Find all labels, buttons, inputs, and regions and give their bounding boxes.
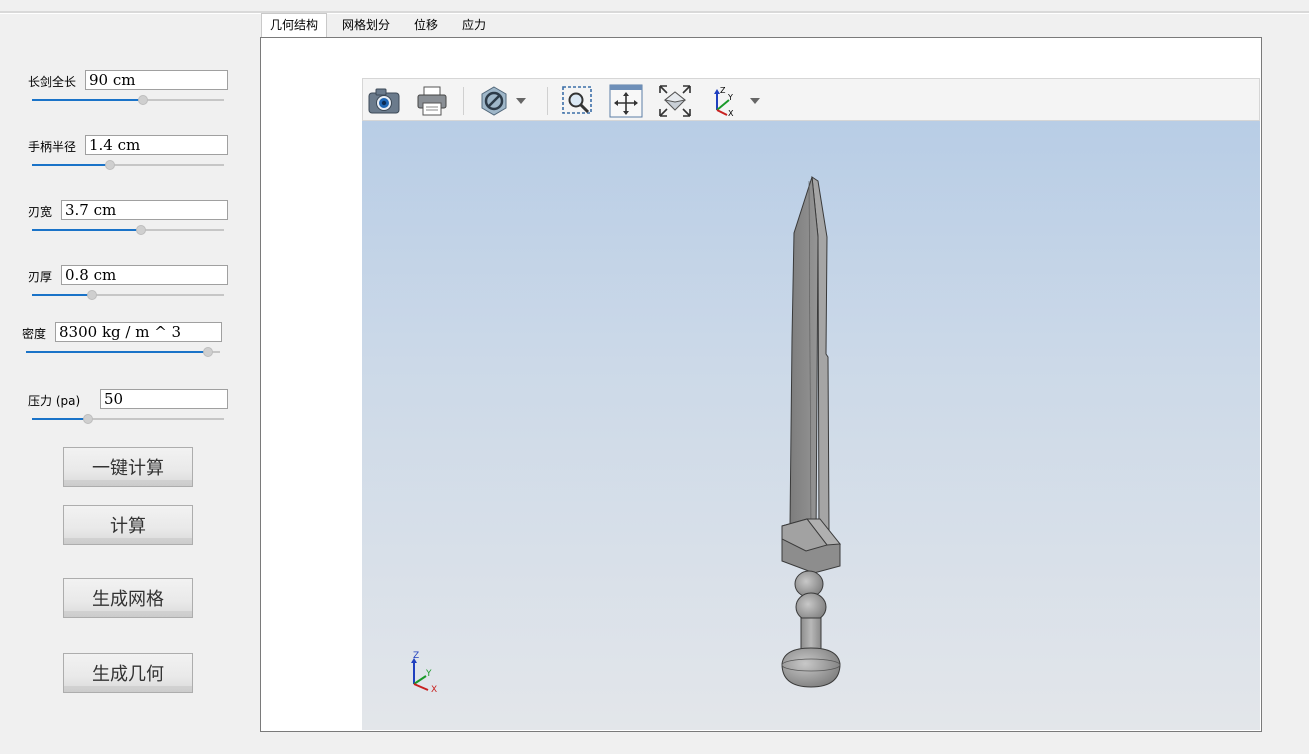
axes-view-icon[interactable]: Z Y X: [707, 84, 741, 118]
axes-triad-icon: Z Y X: [406, 649, 446, 695]
blade-width-input[interactable]: 3.7 cm: [61, 200, 228, 220]
generate-geometry-button[interactable]: 生成几何: [63, 653, 193, 693]
tab-mesh[interactable]: 网格划分: [334, 14, 398, 36]
window-top-border: [0, 11, 1309, 14]
compute-button[interactable]: 计算: [63, 505, 193, 545]
svg-text:Z: Z: [720, 86, 726, 95]
handle-radius-input[interactable]: 1.4 cm: [85, 135, 228, 155]
tab-stress[interactable]: 应力: [454, 14, 494, 36]
tab-displacement[interactable]: 位移: [406, 14, 446, 36]
pressure-label: 压力 (pa): [28, 394, 81, 408]
length-label: 长剑全长: [28, 75, 77, 89]
svg-text:X: X: [728, 109, 734, 118]
dropdown-arrow-icon[interactable]: [513, 84, 529, 118]
pressure-slider-thumb[interactable]: [83, 414, 93, 424]
blade-thickness-slider[interactable]: [32, 289, 224, 301]
axis-x-label: X: [431, 685, 437, 693]
generate-mesh-button[interactable]: 生成网格: [63, 578, 193, 618]
blade-width-label: 刃宽: [28, 205, 53, 219]
blade-thickness-input[interactable]: 0.8 cm: [61, 265, 228, 285]
axis-y-label: Y: [425, 669, 432, 679]
handle-radius-slider-thumb[interactable]: [105, 160, 115, 170]
blade-thickness-slider-thumb[interactable]: [87, 290, 97, 300]
density-input[interactable]: 8300 kg / m ^ 3: [55, 322, 222, 342]
blade-width-slider-thumb[interactable]: [136, 225, 146, 235]
density-slider[interactable]: [26, 346, 220, 358]
3d-viewer[interactable]: Z Y X Z Y X: [362, 78, 1260, 730]
pressure-slider[interactable]: [32, 413, 224, 425]
handle-radius-slider[interactable]: [32, 159, 224, 171]
pan-icon[interactable]: [609, 84, 643, 118]
compute-all-button[interactable]: 一键计算: [63, 447, 193, 487]
print-icon[interactable]: [415, 84, 449, 118]
handle-radius-label: 手柄半径: [28, 140, 77, 154]
sword-model: [781, 175, 841, 688]
camera-icon[interactable]: [367, 84, 401, 118]
section-disable-icon[interactable]: [477, 84, 511, 118]
3d-scene[interactable]: Z Y X: [362, 121, 1260, 730]
fit-all-icon[interactable]: [658, 84, 692, 118]
dropdown-arrow-icon[interactable]: [747, 84, 763, 118]
length-slider[interactable]: [32, 94, 224, 106]
svg-text:Y: Y: [727, 93, 733, 102]
viewer-toolbar: Z Y X: [362, 78, 1260, 121]
pressure-input[interactable]: 50: [100, 389, 228, 409]
tab-geometry[interactable]: 几何结构: [261, 13, 328, 39]
blade-thickness-label: 刃厚: [28, 270, 53, 284]
length-slider-thumb[interactable]: [138, 95, 148, 105]
axis-z-label: Z: [413, 651, 419, 661]
blade-width-slider[interactable]: [32, 224, 224, 236]
zoom-box-icon[interactable]: [561, 84, 595, 118]
density-slider-thumb[interactable]: [203, 347, 213, 357]
length-input[interactable]: 90 cm: [85, 70, 228, 90]
density-label: 密度: [22, 327, 47, 341]
